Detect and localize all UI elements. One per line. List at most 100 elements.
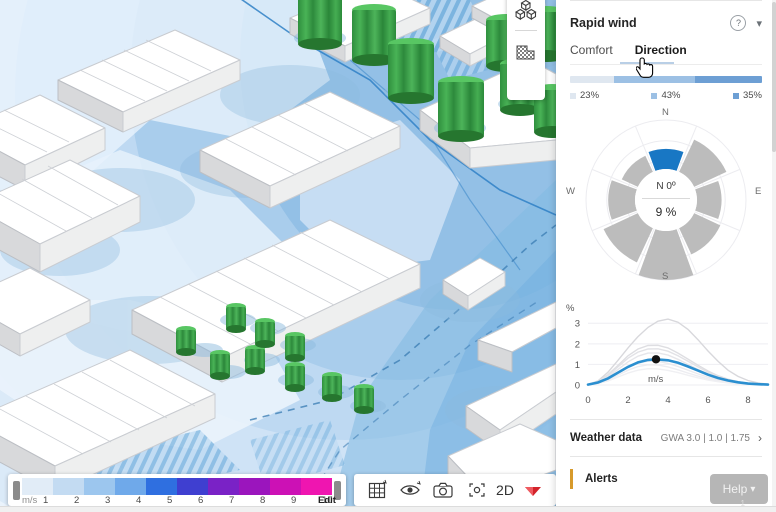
velocity-color-legend[interactable]: m/s 1 2 3 4 5 6 7 8 9 10 Edit xyxy=(8,474,346,506)
legend-color-6[interactable] xyxy=(177,478,208,495)
legend-tick-2: 2 xyxy=(74,495,80,506)
blocks-3d-icon[interactable] xyxy=(507,0,545,30)
legend-color-9[interactable] xyxy=(270,478,301,495)
chart-xlabel-annotation: m/s xyxy=(648,374,664,385)
distribution-chart-svg: 0 1 2 3 0 2 4 6 8 xyxy=(575,318,770,406)
legend-tick-3: 3 xyxy=(105,495,111,506)
legend-tick-8: 8 xyxy=(260,495,266,506)
view-toolbar[interactable]: 2D xyxy=(354,474,556,506)
panel-scrollbar-thumb[interactable] xyxy=(772,2,776,152)
tree xyxy=(298,0,342,50)
legend-color-1[interactable] xyxy=(22,478,53,495)
distribution-legend-item: 35% xyxy=(732,90,762,101)
tree xyxy=(176,326,196,356)
legend-color-10[interactable] xyxy=(301,478,332,495)
distribution-segment-0 xyxy=(570,76,614,83)
legend-color-4[interactable] xyxy=(115,478,146,495)
legend-tick-5: 5 xyxy=(167,495,173,506)
distribution-value: 43% xyxy=(661,90,681,101)
compass-label-e: E xyxy=(755,186,762,197)
vertical-model-toolbar[interactable] xyxy=(507,0,545,100)
tree xyxy=(388,38,434,104)
chart-ytick-0: 0 xyxy=(575,381,580,392)
chart-ytick-2: 2 xyxy=(575,339,580,350)
chevron-down-icon: ▾ xyxy=(750,483,756,495)
chevron-down-icon[interactable]: ▾ xyxy=(756,17,762,30)
legend-edit-button[interactable]: Edit xyxy=(318,495,336,506)
rose-direction-value: N 0º xyxy=(656,181,676,192)
chart-xtick-8: 8 xyxy=(745,395,750,406)
wind-heatmap xyxy=(0,0,556,512)
legend-tick-6: 6 xyxy=(198,495,204,506)
distribution-value: 23% xyxy=(580,90,600,101)
chart-xtick-2: 2 xyxy=(625,395,630,406)
legend-color-8[interactable] xyxy=(239,478,270,495)
chart-ytick-1: 1 xyxy=(575,360,580,371)
status-strip xyxy=(0,506,776,512)
rapid-wind-panel: Rapid wind ? ▾ Comfort Direction 23% 43% xyxy=(556,0,776,512)
distribution-bar-wrap xyxy=(556,65,776,83)
chevron-right-icon[interactable]: › xyxy=(758,431,762,445)
tree xyxy=(226,303,246,333)
distribution-bar xyxy=(570,76,762,83)
distribution-segment-2 xyxy=(695,76,762,83)
swatch-icon xyxy=(651,92,658,99)
tab-direction[interactable]: Direction xyxy=(635,43,687,64)
legend-ticks: m/s 1 2 3 4 5 6 7 8 9 10 Edit xyxy=(14,495,340,506)
weather-data-row[interactable]: Weather data GWA 3.0 | 1.0 | 1.75 › xyxy=(556,420,776,456)
wind-rose-center: N 0º 9 % xyxy=(636,171,696,229)
tree xyxy=(438,76,484,142)
legend-gradient-bar[interactable] xyxy=(13,478,341,500)
application-window: m/s 1 2 3 4 5 6 7 8 9 10 Edit 2D Rapid w… xyxy=(0,0,776,512)
tab-comfort[interactable]: Comfort xyxy=(570,43,613,64)
rose-sector-N[interactable] xyxy=(648,148,684,171)
distribution-segment-1 xyxy=(613,76,696,83)
alerts-label: Alerts xyxy=(585,473,618,485)
panel-section-header: Rapid wind ? ▾ xyxy=(556,1,776,37)
tree xyxy=(354,384,374,414)
question-mark-icon[interactable]: ? xyxy=(730,15,747,31)
wind-speed-distribution-chart[interactable]: 0 1 2 3 0 2 4 6 8 % m/s xyxy=(556,301,776,419)
tree xyxy=(255,318,275,348)
chart-ytick-3: 3 xyxy=(575,319,580,330)
chart-marker[interactable] xyxy=(651,355,661,364)
compass-label-n: N xyxy=(662,107,669,118)
selection-icon[interactable] xyxy=(463,477,491,503)
tree xyxy=(285,332,305,362)
compass-label-w: W xyxy=(566,186,575,197)
panel-tabs[interactable]: Comfort Direction xyxy=(556,37,776,64)
wind-direction-arrow-icon[interactable] xyxy=(519,477,547,503)
camera-icon[interactable] xyxy=(429,477,457,503)
help-button-label: Help xyxy=(722,482,748,496)
texture-pattern-icon[interactable] xyxy=(507,31,545,71)
swatch-icon xyxy=(570,92,576,99)
help-button[interactable]: Help ▾ xyxy=(710,474,768,504)
weather-data-label: Weather data xyxy=(570,432,643,444)
alerts-accent-bar xyxy=(570,469,573,489)
distribution-legend: 23% 43% 35% xyxy=(556,83,776,101)
swatch-icon xyxy=(732,92,739,99)
grid-view-icon[interactable] xyxy=(363,477,391,503)
eye-icon[interactable] xyxy=(396,477,424,503)
distribution-value: 35% xyxy=(742,90,762,101)
chart-xtick-0: 0 xyxy=(585,395,590,406)
legend-color-7[interactable] xyxy=(208,478,239,495)
legend-color-3[interactable] xyxy=(84,478,115,495)
wind-rose-chart[interactable]: N E S W N 0º 9 % xyxy=(556,101,776,301)
distribution-legend-item: 23% xyxy=(570,90,599,101)
tree xyxy=(210,350,230,380)
legend-color-2[interactable] xyxy=(53,478,84,495)
legend-tick-4: 4 xyxy=(136,495,142,506)
legend-tick-7: 7 xyxy=(229,495,235,506)
legend-unit: m/s xyxy=(22,495,38,506)
tree xyxy=(245,345,265,375)
weather-data-value: GWA 3.0 | 1.0 | 1.75 xyxy=(660,432,750,444)
tree xyxy=(322,372,342,402)
2d-toggle[interactable]: 2D xyxy=(496,482,514,498)
page-title: Rapid wind xyxy=(570,16,637,30)
3d-map-viewport[interactable]: m/s 1 2 3 4 5 6 7 8 9 10 Edit 2D xyxy=(0,0,556,512)
legend-color-5[interactable] xyxy=(146,478,177,495)
chart-ylabel: % xyxy=(566,303,575,314)
panel-scrollbar-track[interactable] xyxy=(772,0,776,512)
distribution-legend-item: 43% xyxy=(651,90,681,101)
